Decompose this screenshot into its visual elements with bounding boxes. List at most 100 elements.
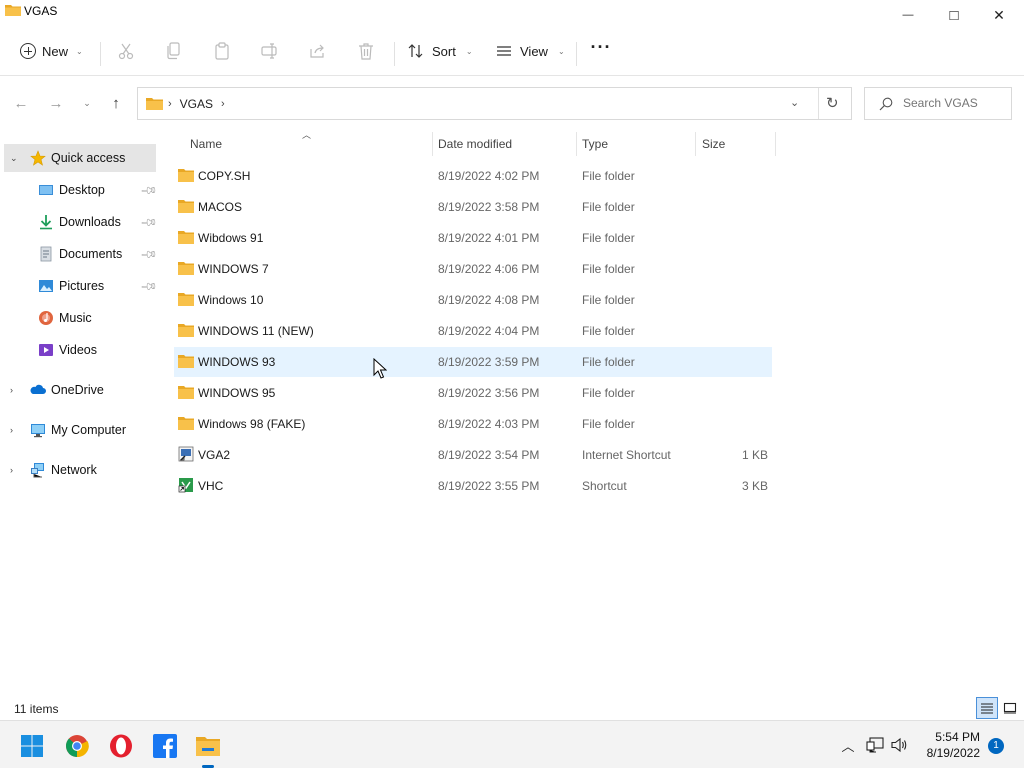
address-bar[interactable]: › VGAS › ⌄ ↻ <box>137 87 852 120</box>
nav-item-quick-access[interactable]: ⌄ Quick access <box>4 144 156 172</box>
see-more-button[interactable]: ··· <box>586 38 616 62</box>
column-header-label: Date modified <box>438 137 513 151</box>
command-bar: New ⌄ Sort ⌄ View ⌄ ··· <box>0 30 1024 76</box>
folder-icon <box>5 5 21 16</box>
file-row[interactable]: WINDOWS 7 8/19/2022 4:06 PM File folder <box>174 254 772 284</box>
videos-icon <box>39 344 53 356</box>
nav-item-videos[interactable]: Videos <box>4 336 156 364</box>
volume-tray-button[interactable] <box>890 735 910 755</box>
navigation-pane: ⌄ Quick access Desktop 📌︎ Downloads 📌︎ D… <box>0 132 158 690</box>
file-date: 8/19/2022 4:02 PM <box>438 169 540 183</box>
column-header-name[interactable]: Name <box>190 132 222 156</box>
file-row[interactable]: WINDOWS 11 (NEW) 8/19/2022 4:04 PM File … <box>174 316 772 346</box>
start-button[interactable] <box>15 729 49 763</box>
file-row[interactable]: VGA2 8/19/2022 3:54 PM Internet Shortcut… <box>174 440 772 470</box>
search-box[interactable] <box>864 87 1012 120</box>
column-header-date[interactable]: Date modified <box>438 132 512 156</box>
nav-item-desktop[interactable]: Desktop 📌︎ <box>4 176 158 204</box>
toolbar-divider <box>576 42 577 66</box>
sort-icon <box>408 44 423 58</box>
nav-item-network[interactable]: › Network <box>4 456 156 484</box>
expand-chevron-icon[interactable]: › <box>10 465 13 475</box>
column-resize-handle[interactable] <box>775 132 776 156</box>
breadcrumb-chevron-icon[interactable]: › <box>168 98 172 110</box>
file-explorer-icon <box>196 737 220 756</box>
facebook-taskbar-button[interactable] <box>148 729 182 763</box>
expand-chevron-icon[interactable]: ⌄ <box>10 153 18 164</box>
details-view-button[interactable] <box>976 697 998 719</box>
show-hidden-icons-button[interactable]: ︿ <box>838 735 858 755</box>
copy-button[interactable] <box>162 40 186 62</box>
file-row[interactable]: Wibdows 91 8/19/2022 4:01 PM File folder <box>174 223 772 253</box>
file-row[interactable]: WINDOWS 93 8/19/2022 3:59 PM File folder <box>174 347 772 377</box>
file-name: Windows 10 <box>198 293 264 307</box>
minimize-button[interactable]: — <box>885 0 931 30</box>
file-date: 8/19/2022 4:08 PM <box>438 293 540 307</box>
delete-button[interactable] <box>354 40 378 62</box>
new-label: New <box>42 43 69 59</box>
up-button[interactable]: ↑ <box>105 92 127 114</box>
file-row[interactable]: MACOS 8/19/2022 3:58 PM File folder <box>174 192 772 222</box>
file-row[interactable]: COPY.SH 8/19/2022 4:02 PM File folder <box>174 161 772 191</box>
view-button[interactable]: View ⌄ <box>492 38 569 64</box>
notification-badge[interactable]: 1 <box>988 738 1004 754</box>
sort-ascending-icon: ︿ <box>302 130 312 140</box>
column-header-label: Type <box>582 137 609 151</box>
cut-button[interactable] <box>114 40 138 62</box>
expand-chevron-icon[interactable]: › <box>10 385 13 395</box>
file-type: File folder <box>582 169 635 183</box>
chevron-up-icon: ︿ <box>841 738 855 754</box>
new-button[interactable]: New ⌄ <box>14 38 89 64</box>
file-row[interactable]: Windows 10 8/19/2022 4:08 PM File folder <box>174 285 772 315</box>
pin-icon: 📌︎ <box>139 245 158 264</box>
file-date: 8/19/2022 4:04 PM <box>438 324 540 338</box>
large-icons-view-button[interactable] <box>1000 697 1020 719</box>
chrome-taskbar-button[interactable] <box>60 729 94 763</box>
system-clock[interactable]: 5:54 PM 8/19/2022 <box>916 729 980 761</box>
mouse-pointer-icon <box>373 358 387 379</box>
maximize-icon: □ <box>949 6 959 24</box>
column-header-type[interactable]: Type <box>582 132 608 156</box>
onedrive-icon <box>30 384 46 394</box>
file-row[interactable]: VHC 8/19/2022 3:55 PM Shortcut 3 KB <box>174 471 772 501</box>
minimize-icon: — <box>902 9 914 21</box>
back-button[interactable]: ← <box>10 92 32 114</box>
folder-icon <box>178 169 194 182</box>
nav-item-downloads[interactable]: Downloads 📌︎ <box>4 208 158 236</box>
search-input[interactable] <box>903 96 1007 110</box>
file-explorer-taskbar-button[interactable] <box>191 729 225 763</box>
column-resize-handle[interactable] <box>432 132 433 156</box>
paste-button[interactable] <box>210 40 234 62</box>
maximize-button[interactable]: □ <box>931 0 977 30</box>
chevron-down-icon: ⌄ <box>557 46 565 56</box>
refresh-icon[interactable]: ↻ <box>826 94 839 112</box>
sort-button[interactable]: Sort ⌄ <box>404 38 477 64</box>
column-resize-handle[interactable] <box>695 132 696 156</box>
recent-locations-button[interactable]: ⌄ <box>76 92 98 114</box>
breadcrumb-item[interactable]: VGAS <box>180 97 213 111</box>
nav-item-documents[interactable]: Documents 📌︎ <box>4 240 158 268</box>
file-row[interactable]: Windows 98 (FAKE) 8/19/2022 4:03 PM File… <box>174 409 772 439</box>
column-header-size[interactable]: Size <box>702 132 725 156</box>
nav-item-onedrive[interactable]: › OneDrive <box>4 376 156 404</box>
opera-taskbar-button[interactable] <box>104 729 138 763</box>
column-resize-handle[interactable] <box>576 132 577 156</box>
nav-item-label: Downloads <box>59 215 121 229</box>
nav-item-pictures[interactable]: Pictures 📌︎ <box>4 272 158 300</box>
nav-item-music[interactable]: Music <box>4 304 156 332</box>
clock-time: 5:54 PM <box>935 730 980 744</box>
file-row[interactable]: WINDOWS 95 8/19/2022 3:56 PM File folder <box>174 378 772 408</box>
expand-chevron-icon[interactable]: › <box>10 425 13 435</box>
nav-item-my-computer[interactable]: › My Computer <box>4 416 156 444</box>
network-tray-button[interactable] <box>865 735 885 755</box>
folder-icon <box>146 98 163 110</box>
forward-button[interactable]: → <box>45 92 67 114</box>
share-button[interactable] <box>306 40 330 62</box>
breadcrumb-chevron-icon[interactable]: › <box>221 98 225 110</box>
share-icon <box>310 44 324 58</box>
file-date: 8/19/2022 3:54 PM <box>438 448 540 462</box>
rename-button[interactable] <box>258 40 282 62</box>
address-history-dropdown-icon[interactable]: ⌄ <box>790 96 799 109</box>
file-type: File folder <box>582 386 635 400</box>
close-button[interactable]: ✕ <box>976 0 1022 30</box>
